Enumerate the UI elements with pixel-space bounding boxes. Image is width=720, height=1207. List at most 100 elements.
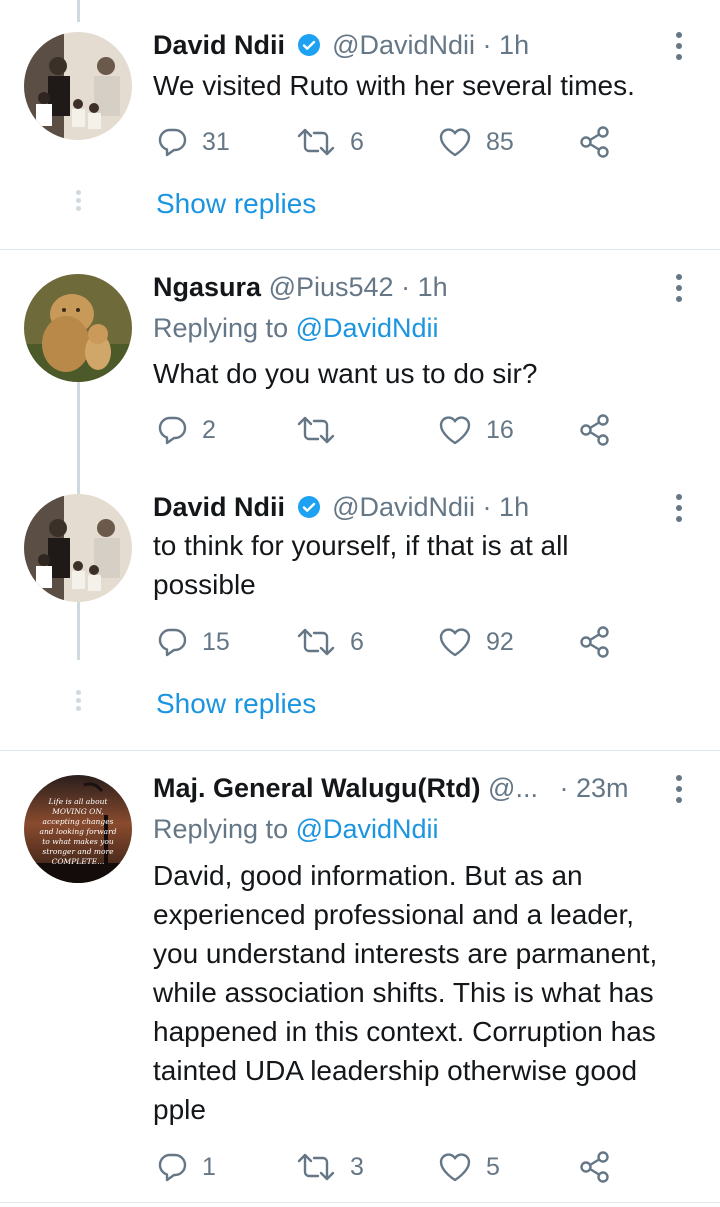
reply-count: 15 [202, 627, 230, 656]
show-replies-link[interactable]: Show replies [156, 688, 316, 720]
avatar[interactable]: Life is all about MOVING ON, accepting c… [24, 775, 132, 883]
tweet-2[interactable]: Ngasura @Pius542 · 1h Replying to @David… [0, 250, 720, 480]
thread-line [77, 382, 80, 480]
avatar[interactable] [24, 274, 132, 382]
retweet-button[interactable] [296, 412, 350, 448]
tweet-header: David Ndii @DavidNdii · 1h [153, 28, 529, 65]
replying-to-prefix: Replying to [153, 814, 289, 844]
heart-icon [439, 628, 471, 657]
separator: · [482, 492, 492, 522]
tweet-text-line: experienced professional and a leader, [153, 899, 635, 930]
retweet-button[interactable]: 6 [296, 124, 364, 160]
handle[interactable]: @... [488, 773, 538, 803]
timestamp[interactable]: 1h [499, 492, 529, 522]
reply-icon [158, 416, 187, 445]
retweet-count: 6 [350, 627, 364, 656]
action-bar: 2 16 [156, 412, 626, 448]
reply-icon [158, 128, 187, 157]
tweet-text-line: tainted UDA leadership otherwise good [153, 1055, 638, 1086]
timestamp[interactable]: 1h [418, 272, 448, 302]
more-options-icon[interactable] [672, 32, 686, 65]
retweet-button[interactable]: 6 [296, 624, 364, 660]
handle[interactable]: @Pius542 [269, 272, 394, 302]
heart-icon [439, 1153, 471, 1182]
verified-badge-icon [297, 31, 321, 65]
divider [0, 1202, 720, 1203]
action-bar: 15 6 92 [156, 624, 626, 660]
more-options-icon[interactable] [672, 775, 686, 808]
reply-icon [158, 628, 187, 657]
heart-icon [439, 416, 471, 445]
reply-icon [158, 1153, 187, 1182]
separator: · [482, 30, 492, 60]
retweet-icon [297, 128, 335, 156]
retweet-count: 3 [350, 1152, 364, 1181]
tweet-text-line: you understand interests are parmanent, [153, 938, 658, 969]
display-name[interactable]: Maj. General Walugu(Rtd) [153, 773, 481, 803]
more-options-icon[interactable] [672, 494, 686, 527]
share-button[interactable] [578, 624, 612, 660]
replying-to-prefix: Replying to [153, 313, 289, 343]
share-icon [580, 414, 609, 446]
share-icon [580, 1151, 609, 1183]
like-button[interactable]: 5 [438, 1149, 500, 1185]
retweet-button[interactable]: 3 [296, 1149, 364, 1185]
replying-to-handle[interactable]: @DavidNdii [296, 313, 439, 343]
tweet-1[interactable]: David Ndii @DavidNdii · 1h We visited Ru… [0, 0, 720, 250]
share-icon [580, 626, 609, 658]
tweet-text: What do you want us to do sir? [153, 358, 538, 389]
share-icon [580, 126, 609, 158]
tweet-text-line: to think for yourself, if that is at all [153, 530, 569, 561]
tweet-text: David, good information. But as an exper… [153, 856, 703, 1129]
like-button[interactable]: 92 [438, 624, 514, 660]
tweet-header: Ngasura @Pius542 · 1h [153, 270, 448, 304]
reply-count: 1 [202, 1152, 216, 1181]
show-replies-link[interactable]: Show replies [156, 188, 316, 220]
timestamp[interactable]: 1h [499, 30, 529, 60]
like-button[interactable]: 85 [438, 124, 514, 160]
more-options-icon[interactable] [672, 274, 686, 307]
tweet-text-line: while association shifts. This is what h… [153, 977, 654, 1008]
thread-line [77, 480, 80, 494]
reply-button[interactable]: 2 [156, 412, 216, 448]
retweet-icon [297, 1153, 335, 1181]
action-bar: 1 3 5 [156, 1149, 626, 1185]
timestamp[interactable]: 23m [576, 773, 629, 803]
avatar[interactable] [24, 494, 132, 602]
display-name[interactable]: David Ndii [153, 492, 285, 522]
tweet-text: to think for yourself, if that is at all… [153, 526, 703, 604]
tweet-4[interactable]: Life is all about MOVING ON, accepting c… [0, 751, 720, 1203]
reply-count: 31 [202, 127, 230, 156]
like-count: 92 [486, 627, 514, 656]
share-button[interactable] [578, 412, 612, 448]
share-button[interactable] [578, 124, 612, 160]
retweet-icon [297, 416, 335, 444]
avatar[interactable] [24, 32, 132, 140]
display-name[interactable]: Ngasura [153, 272, 261, 302]
replying-to: Replying to @DavidNdii [153, 311, 439, 345]
thread-line [77, 0, 80, 22]
reply-button[interactable]: 15 [156, 624, 230, 660]
tweet-header: Maj. General Walugu(Rtd) @... · 23m [153, 771, 629, 805]
reply-button[interactable]: 31 [156, 124, 230, 160]
tweet-text: We visited Ruto with her several times. [153, 70, 635, 101]
thread-dots [76, 190, 81, 214]
replying-to-handle[interactable]: @DavidNdii [296, 814, 439, 844]
like-button[interactable]: 16 [438, 412, 514, 448]
handle[interactable]: @DavidNdii [332, 30, 475, 60]
tweet-text-line: David, good information. But as an [153, 860, 583, 891]
avatar-caption: Life is all about MOVING ON, accepting c… [39, 797, 117, 866]
heart-icon [439, 128, 471, 157]
display-name[interactable]: David Ndii [153, 30, 285, 60]
verified-badge-icon [297, 493, 321, 527]
tweet-header: David Ndii @DavidNdii · 1h [153, 490, 529, 527]
tweet-text-line: pple [153, 1094, 206, 1125]
handle[interactable]: @DavidNdii [332, 492, 475, 522]
separator: · [401, 272, 411, 302]
tweet-text-line: possible [153, 569, 256, 600]
like-count: 85 [486, 127, 514, 156]
thread-line [77, 602, 80, 660]
tweet-3[interactable]: David Ndii @DavidNdii · 1h to think for … [0, 480, 720, 750]
reply-button[interactable]: 1 [156, 1149, 216, 1185]
share-button[interactable] [578, 1149, 612, 1185]
